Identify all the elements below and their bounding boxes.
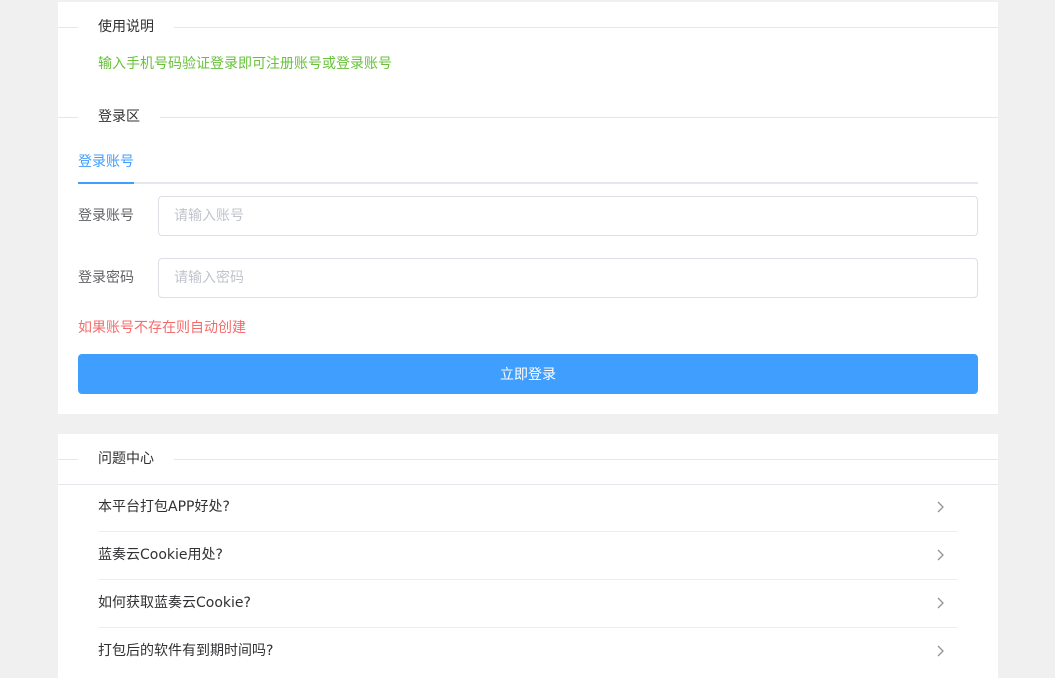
faq-item-label: 打包后的软件有到期时间吗? [98, 643, 274, 659]
chevron-right-icon [937, 597, 944, 609]
faq-item-label: 蓝奏云Cookie用处? [98, 547, 223, 563]
usage-description: 输入手机号码验证登录即可注册账号或登录账号 [98, 56, 392, 72]
password-label: 登录密码 [78, 270, 134, 286]
chevron-right-icon [937, 501, 944, 513]
login-button[interactable]: 立即登录 [78, 354, 978, 394]
faq-item-label: 本平台打包APP好处? [98, 499, 230, 515]
login-divider [58, 117, 998, 118]
login-tabs: 登录账号 [78, 147, 978, 184]
faq-section-title: 问题中心 [78, 449, 174, 469]
faq-item[interactable]: 打包后的软件有到期时间吗? [98, 628, 958, 675]
password-input[interactable] [158, 258, 978, 298]
faq-item[interactable]: 本平台打包APP好处? [98, 484, 958, 532]
tab-active-indicator [78, 182, 134, 184]
account-label: 登录账号 [78, 208, 134, 224]
account-input[interactable] [158, 196, 978, 236]
faq-item[interactable]: 蓝奏云Cookie用处? [98, 532, 958, 580]
auto-create-hint: 如果账号不存在则自动创建 [78, 320, 246, 336]
usage-divider [58, 27, 998, 28]
faq-item[interactable]: 如何获取蓝奏云Cookie? [98, 580, 958, 628]
tab-login-account[interactable]: 登录账号 [78, 147, 134, 184]
faq-divider [58, 459, 998, 460]
chevron-right-icon [937, 645, 944, 657]
faq-panel: 问题中心 本平台打包APP好处? 蓝奏云Cookie用处? 如何获取蓝奏云Coo… [58, 434, 998, 678]
login-panel: 使用说明 输入手机号码验证登录即可注册账号或登录账号 登录区 登录账号 登录账号… [58, 2, 998, 414]
chevron-right-icon [937, 549, 944, 561]
tab-login-account-label: 登录账号 [78, 154, 134, 170]
login-section-title: 登录区 [78, 107, 160, 127]
faq-list: 本平台打包APP好处? 蓝奏云Cookie用处? 如何获取蓝奏云Cookie? … [98, 484, 958, 675]
faq-item-label: 如何获取蓝奏云Cookie? [98, 595, 251, 611]
usage-section-title: 使用说明 [78, 17, 174, 37]
